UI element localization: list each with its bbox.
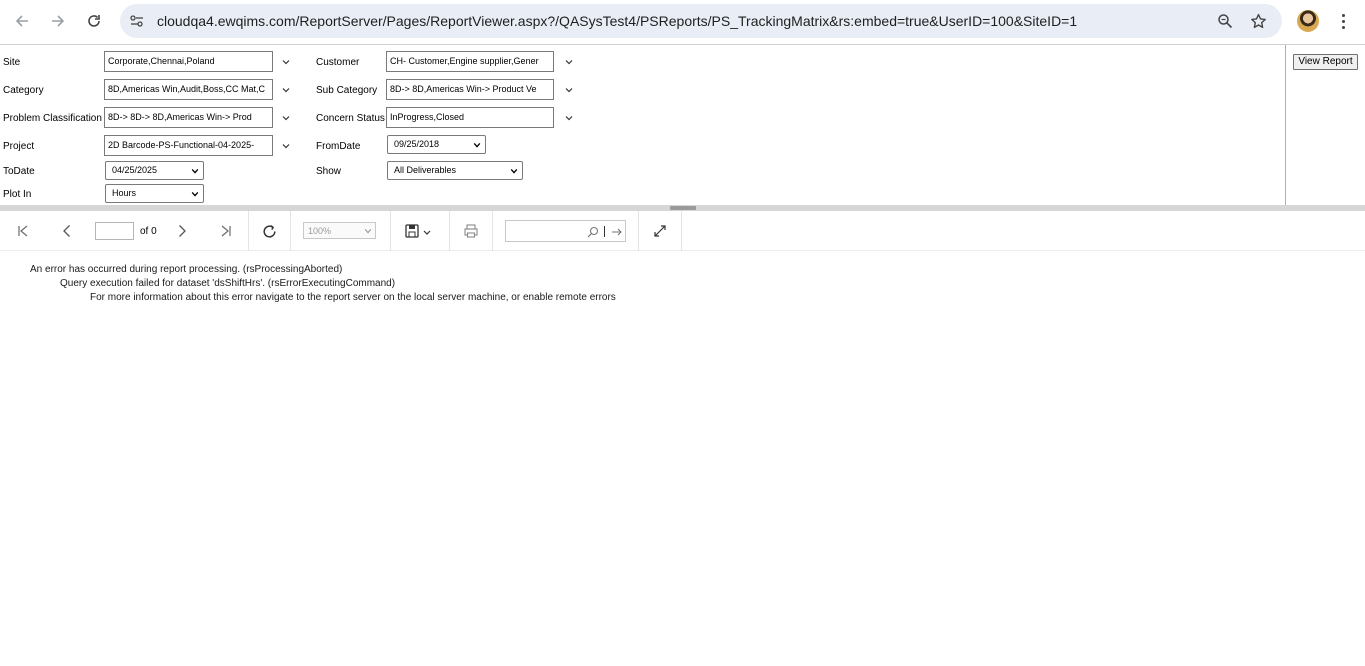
to-date-value: 04/25/2025 bbox=[112, 165, 158, 175]
report-toolbar: of 0 100% bbox=[0, 211, 1365, 251]
toolbar-separator bbox=[390, 211, 391, 251]
concern-status-field[interactable]: InProgress,Closed bbox=[386, 107, 554, 128]
show-select[interactable]: All Deliverables bbox=[387, 161, 523, 180]
last-page-icon[interactable] bbox=[216, 221, 236, 241]
url-text: cloudqa4.ewqims.com/ReportServer/Pages/R… bbox=[157, 13, 1078, 29]
error-message-detail: For more information about this error na… bbox=[90, 292, 616, 303]
find-text-box[interactable] bbox=[505, 220, 626, 242]
concern-status-label: Concern Status bbox=[316, 113, 385, 124]
show-value: All Deliverables bbox=[394, 165, 457, 175]
customer-dropdown-chevron-icon[interactable] bbox=[563, 56, 575, 68]
sub-category-field[interactable]: 8D-> 8D,Americas Win-> Product Ve bbox=[386, 79, 554, 100]
show-label: Show bbox=[316, 166, 342, 177]
bookmark-star-icon[interactable] bbox=[1249, 12, 1267, 30]
problem-classification-field[interactable]: 8D-> 8D-> 8D,Americas Win-> Prod bbox=[104, 107, 273, 128]
zoom-select[interactable]: 100% bbox=[303, 222, 376, 239]
to-date-select[interactable]: 04/25/2025 bbox=[105, 161, 204, 180]
reload-button[interactable] bbox=[83, 10, 105, 32]
to-date-arrow-icon bbox=[191, 168, 199, 174]
from-date-value: 09/25/2018 bbox=[394, 139, 440, 149]
collapse-handle-icon[interactable] bbox=[670, 206, 696, 210]
next-page-icon[interactable] bbox=[172, 221, 192, 241]
browser-menu-icon[interactable] bbox=[1333, 10, 1353, 32]
show-arrow-icon bbox=[510, 168, 518, 174]
toolbar-separator bbox=[290, 211, 291, 251]
from-date-select[interactable]: 09/25/2018 bbox=[387, 135, 486, 154]
project-label: Project bbox=[3, 141, 35, 152]
plot-in-select[interactable]: Hours bbox=[105, 184, 204, 203]
toolbar-separator bbox=[248, 211, 249, 251]
find-search-icon[interactable] bbox=[586, 225, 600, 239]
sub-category-label: Sub Category bbox=[316, 85, 378, 96]
view-report-button[interactable]: View Report bbox=[1293, 54, 1358, 70]
problem-classification-label: Problem Classification bbox=[3, 113, 102, 124]
toolbar-separator bbox=[638, 211, 639, 251]
toolbar-separator bbox=[449, 211, 450, 251]
browser-toolbar: cloudqa4.ewqims.com/ReportServer/Pages/R… bbox=[0, 0, 1365, 42]
to-date-label: ToDate bbox=[3, 166, 35, 177]
zoom-value: 100% bbox=[308, 226, 332, 236]
profile-avatar[interactable] bbox=[1297, 10, 1319, 32]
project-field[interactable]: 2D Barcode-PS-Functional-04-2025- bbox=[104, 135, 273, 156]
concern-status-dropdown-chevron-icon[interactable] bbox=[563, 112, 575, 124]
problem-classification-dropdown-chevron-icon[interactable] bbox=[280, 112, 292, 124]
customer-label: Customer bbox=[316, 57, 360, 68]
back-button[interactable] bbox=[11, 10, 33, 32]
forward-button[interactable] bbox=[47, 10, 69, 32]
previous-page-icon[interactable] bbox=[57, 221, 77, 241]
site-field[interactable]: Corporate,Chennai,Poland bbox=[104, 51, 273, 72]
error-message-primary: An error has occurred during report proc… bbox=[30, 264, 343, 275]
fullscreen-expand-icon[interactable] bbox=[650, 221, 670, 241]
zoom-icon[interactable] bbox=[1216, 12, 1234, 30]
project-dropdown-chevron-icon[interactable] bbox=[280, 140, 292, 152]
find-divider bbox=[604, 226, 605, 237]
first-page-icon[interactable] bbox=[13, 221, 33, 241]
plot-in-label: Plot In bbox=[3, 189, 32, 200]
from-date-label: FromDate bbox=[316, 141, 361, 152]
category-dropdown-chevron-icon[interactable] bbox=[280, 84, 292, 96]
site-info-icon[interactable] bbox=[128, 12, 146, 30]
sub-category-dropdown-chevron-icon[interactable] bbox=[563, 84, 575, 96]
back-arrow-icon bbox=[15, 15, 28, 27]
reload-icon bbox=[88, 15, 100, 27]
print-icon[interactable] bbox=[461, 221, 481, 241]
category-field[interactable]: 8D,Americas Win,Audit,Boss,CC Mat,C bbox=[104, 79, 273, 100]
error-message-secondary: Query execution failed for dataset 'dsSh… bbox=[60, 278, 396, 289]
customer-field[interactable]: CH- Customer,Engine supplier,Gener bbox=[386, 51, 554, 72]
site-dropdown-chevron-icon[interactable] bbox=[280, 56, 292, 68]
refresh-icon[interactable] bbox=[259, 221, 279, 241]
from-date-arrow-icon bbox=[473, 142, 481, 148]
current-page-input[interactable] bbox=[95, 222, 134, 240]
page-count: of 0 bbox=[140, 226, 157, 237]
plot-in-value: Hours bbox=[112, 188, 137, 198]
zoom-arrow-icon bbox=[364, 229, 372, 234]
toolbar-separator bbox=[681, 211, 682, 251]
toolbar-separator bbox=[492, 211, 493, 251]
forward-arrow-icon bbox=[52, 15, 65, 27]
export-save-icon[interactable] bbox=[403, 221, 435, 241]
category-label: Category bbox=[3, 85, 44, 96]
find-next-arrow-icon[interactable] bbox=[610, 225, 624, 239]
site-label: Site bbox=[3, 57, 21, 68]
address-bar[interactable]: cloudqa4.ewqims.com/ReportServer/Pages/R… bbox=[120, 4, 1282, 38]
parameter-panel: Site Corporate,Chennai,Poland Customer C… bbox=[0, 45, 1358, 205]
plot-in-arrow-icon bbox=[191, 191, 199, 197]
